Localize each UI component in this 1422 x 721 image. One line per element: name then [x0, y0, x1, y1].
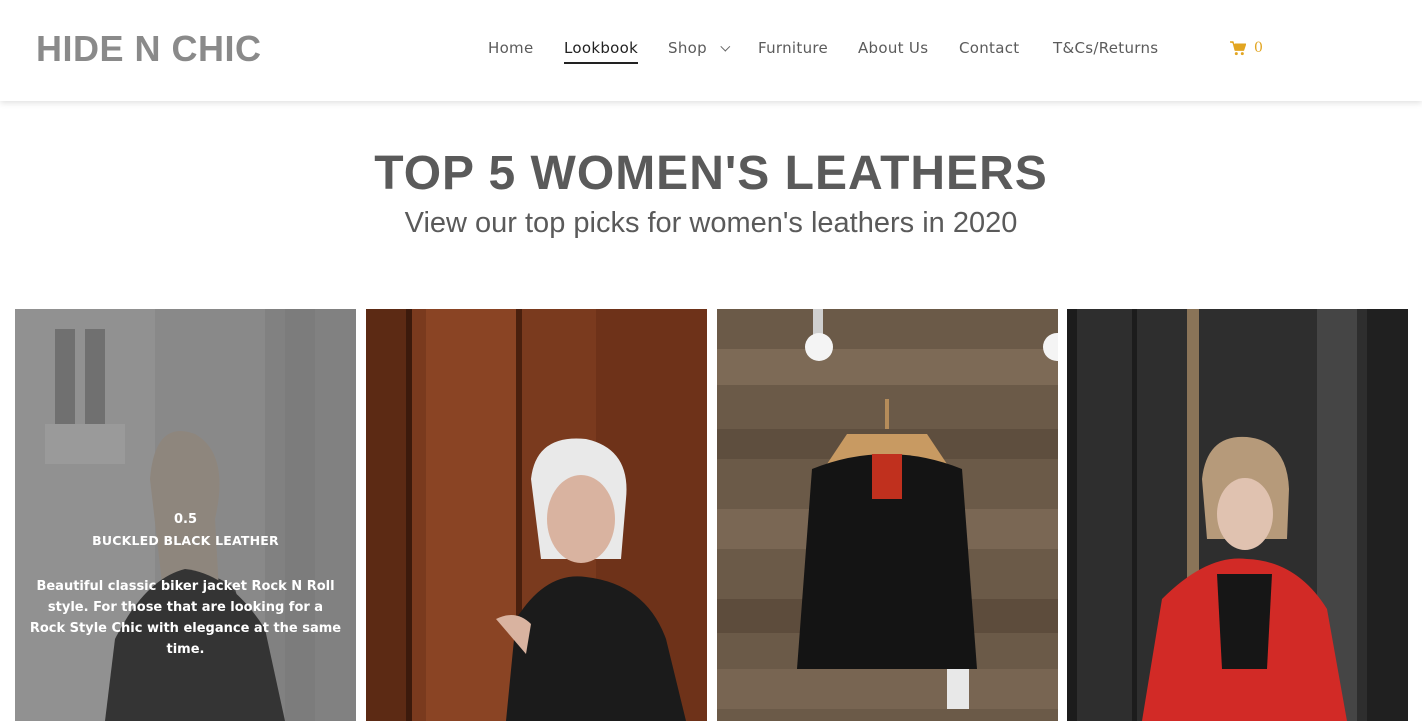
nav-item-contact[interactable]: Contact [959, 38, 1019, 58]
product-name: BUCKLED BLACK LEATHER [92, 533, 279, 548]
nav-item-label: Lookbook [564, 39, 639, 57]
nav-item-about-us[interactable]: About Us [858, 38, 928, 58]
shopping-cart-icon [1230, 40, 1246, 55]
nav-item-furniture[interactable]: Furniture [758, 38, 828, 58]
nav-item-label: Home [488, 39, 534, 57]
nav-item-lookbook[interactable]: Lookbook [564, 38, 639, 64]
product-image [717, 309, 1058, 721]
site-header: HIDE N CHIC Home Lookbook Shop Furniture… [0, 0, 1422, 101]
nav-item-shop[interactable]: Shop [668, 38, 731, 58]
product-card[interactable] [1067, 309, 1408, 721]
product-image [366, 309, 707, 721]
page-title: TOP 5 WOMEN'S LEATHERS [374, 147, 1048, 200]
product-card[interactable]: 0.5 BUCKLED BLACK LEATHER Beautiful clas… [15, 309, 356, 721]
nav-item-home[interactable]: Home [488, 38, 534, 58]
active-underline [564, 62, 639, 64]
nav-item-label: Furniture [758, 39, 829, 57]
page-subtitle: View our top picks for women's leathers … [404, 207, 1018, 239]
product-info: 0.5 BUCKLED BLACK LEATHER Beautiful clas… [15, 509, 356, 660]
product-rating: 0.5 [173, 512, 198, 527]
product-description: Beautiful classic biker jacket Rock N Ro… [29, 579, 342, 657]
product-image [1067, 309, 1408, 721]
site-logo[interactable]: HIDE N CHIC [36, 29, 262, 69]
nav-item-label: Contact [959, 39, 1020, 57]
cart-count: 0 [1254, 40, 1263, 56]
cart-button[interactable]: 0 [1230, 38, 1263, 58]
nav-item-label: About Us [858, 39, 929, 57]
nav-item-label: T&Cs/Returns [1053, 39, 1159, 57]
chevron-down-icon [720, 41, 731, 52]
nav-item-label: Shop [668, 39, 707, 57]
product-card[interactable] [717, 309, 1058, 721]
product-card[interactable] [366, 309, 707, 721]
nav-item-tcs-returns[interactable]: T&Cs/Returns [1053, 38, 1158, 58]
